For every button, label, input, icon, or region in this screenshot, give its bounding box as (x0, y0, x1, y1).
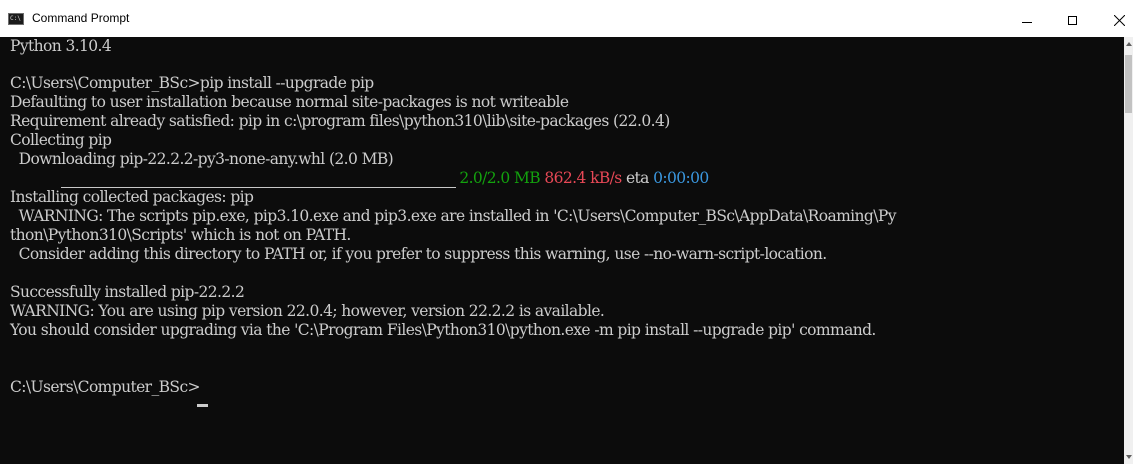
scroll-up-icon[interactable] (1126, 42, 1132, 46)
download-eta: 0:00:00 (653, 169, 709, 187)
cmd-app-icon[interactable]: C:\ (8, 13, 24, 25)
console-line: Consider adding this directory to PATH o… (10, 245, 828, 263)
eta-label: eta (625, 169, 649, 187)
window-title: Command Prompt (32, 11, 130, 25)
console-line: Downloading pip-22.2.2-py3-none-any.whl … (10, 150, 394, 168)
title-bar[interactable]: C:\ Command Prompt (0, 0, 1133, 37)
console-line: C:\Users\Computer_BSc>pip install --upgr… (10, 74, 374, 92)
command-prompt-window: C:\ Command Prompt Python 3.10.4 C:\User… (0, 0, 1133, 464)
console-line: Python 3.10.4 (10, 37, 112, 55)
console-line: Successfully installed pip-22.2.2 (10, 283, 245, 301)
console-line: You should consider upgrading via the 'C… (10, 321, 876, 339)
console-line: Defaulting to user installation because … (10, 93, 569, 111)
console-output[interactable]: Python 3.10.4 C:\Users\Computer_BSc>pip … (0, 37, 1124, 464)
console-line: Installing collected packages: pip (10, 188, 254, 206)
console-line: Collecting pip (10, 131, 112, 149)
command-prompt-input[interactable]: C:\Users\Computer_BSc> (10, 378, 201, 397)
vertical-scrollbar[interactable] (1124, 37, 1133, 464)
close-button[interactable] (1099, 0, 1133, 37)
download-speed: 862.4 kB/s (544, 169, 622, 187)
console-line: thon\Python310\Scripts' which is not on … (10, 226, 351, 244)
app-icon-glyph: C:\ (10, 15, 21, 22)
console-line: WARNING: You are using pip version 22.0.… (10, 302, 605, 320)
maximize-button[interactable] (1053, 0, 1093, 37)
scrollbar-thumb[interactable] (1125, 55, 1132, 113)
minimize-icon (1022, 22, 1032, 23)
close-icon (1114, 15, 1125, 26)
download-progress-stats: 2.0/2.0 MB 862.4 kB/s eta 0:00:00 (455, 169, 709, 188)
minimize-button[interactable] (1007, 0, 1047, 37)
maximize-icon (1068, 16, 1077, 25)
console-line: Requirement already satisfied: pip in c:… (10, 112, 670, 130)
download-size: 2.0/2.0 MB (459, 169, 541, 187)
console-line: WARNING: The scripts pip.exe, pip3.10.ex… (10, 207, 897, 225)
text-cursor (197, 404, 208, 407)
scroll-down-icon[interactable] (1126, 455, 1132, 459)
